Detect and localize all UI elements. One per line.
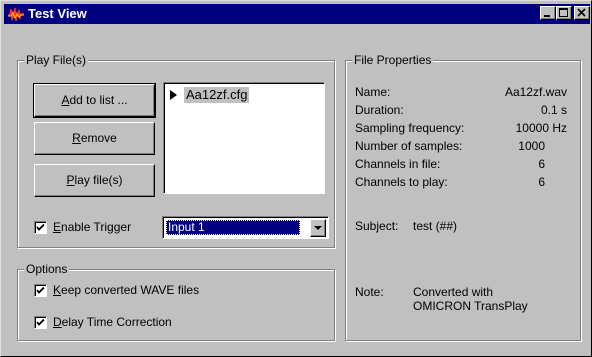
add-to-list-button[interactable]: Add to list ... (33, 83, 156, 118)
trigger-input-select[interactable]: Input 1 (162, 216, 329, 239)
add-button-label: dd to list ... (69, 93, 128, 107)
list-item-label: Aa12zf.cfg (184, 87, 250, 103)
number-of-samples-value: 1000 (518, 139, 545, 153)
channels-to-play-label: Channels to play: (355, 175, 448, 189)
remove-button-mnemonic: R (72, 131, 81, 145)
enable-trigger-checkbox[interactable] (34, 221, 47, 234)
channels-in-file-value: 6 (538, 157, 545, 171)
trigger-input-value: Input 1 (166, 220, 300, 235)
keep-wave-label[interactable]: Keep converted WAVE files (53, 283, 199, 297)
title-bar[interactable]: Test View (4, 4, 590, 24)
keep-wave-checkbox[interactable] (34, 284, 47, 297)
enable-trigger-label[interactable]: Enable Trigger (53, 220, 131, 234)
sampling-frequency-value: 10000 Hz (515, 121, 567, 135)
note-line-2: OMICRON TransPlay (413, 299, 528, 313)
file-properties-group-label: File Properties (352, 53, 434, 67)
channels-to-play-value: 6 (538, 175, 545, 189)
minimize-button[interactable] (540, 6, 556, 20)
checkmark-icon (36, 286, 45, 294)
play-files-group-label: Play File(s) (24, 53, 89, 67)
play-arrow-icon (170, 90, 177, 100)
enable-trigger-text: nable Trigger (61, 220, 132, 234)
close-icon (577, 8, 586, 17)
minimize-icon (544, 15, 550, 17)
waveform-icon[interactable] (8, 6, 24, 22)
name-label: Name: (355, 85, 391, 99)
subject-label: Subject: (355, 219, 399, 233)
delay-correction-label[interactable]: Delay Time Correction (53, 315, 172, 329)
add-button-mnemonic: A (61, 93, 70, 107)
maximize-icon (559, 8, 568, 17)
remove-button[interactable]: Remove (34, 122, 155, 155)
name-value: Aa12zf.wav (504, 85, 567, 99)
keep-wave-mnemonic: K (53, 283, 62, 297)
file-listbox[interactable]: Aa12zf.cfg (163, 82, 325, 194)
maximize-button[interactable] (556, 6, 572, 20)
play-button-mnemonic: P (66, 173, 75, 187)
options-group-label: Options (24, 262, 70, 276)
number-of-samples-label: Number of samples: (355, 139, 463, 153)
enable-trigger-mnemonic: E (53, 220, 62, 234)
channels-in-file-label: Channels in file: (355, 157, 441, 171)
keep-wave-text: eep converted WAVE files (61, 283, 200, 297)
play-button-label: lay file(s) (74, 173, 123, 187)
test-view-window: Test View Play File(s) Add to list ... R… (0, 0, 592, 357)
duration-value: 0.1 s (540, 103, 567, 117)
options-group: Options (17, 262, 335, 341)
play-files-button[interactable]: Play file(s) (34, 164, 155, 197)
chevron-down-icon (314, 226, 322, 230)
checkmark-icon (36, 318, 45, 326)
note-label: Note: (355, 285, 384, 299)
subject-value: test (##) (413, 219, 458, 233)
sampling-frequency-label: Sampling frequency: (355, 121, 465, 135)
dropdown-button[interactable] (310, 219, 326, 237)
checkmark-icon (36, 223, 45, 231)
delay-correction-checkbox[interactable] (34, 316, 47, 329)
close-button[interactable] (574, 6, 590, 20)
window-title: Test View (28, 6, 87, 21)
note-line-1: Converted with (413, 285, 494, 299)
duration-label: Duration: (355, 103, 404, 117)
delay-correction-text: elay Time Correction (61, 315, 172, 329)
remove-button-label: emove (80, 131, 117, 145)
delay-correction-mnemonic: D (53, 315, 62, 329)
